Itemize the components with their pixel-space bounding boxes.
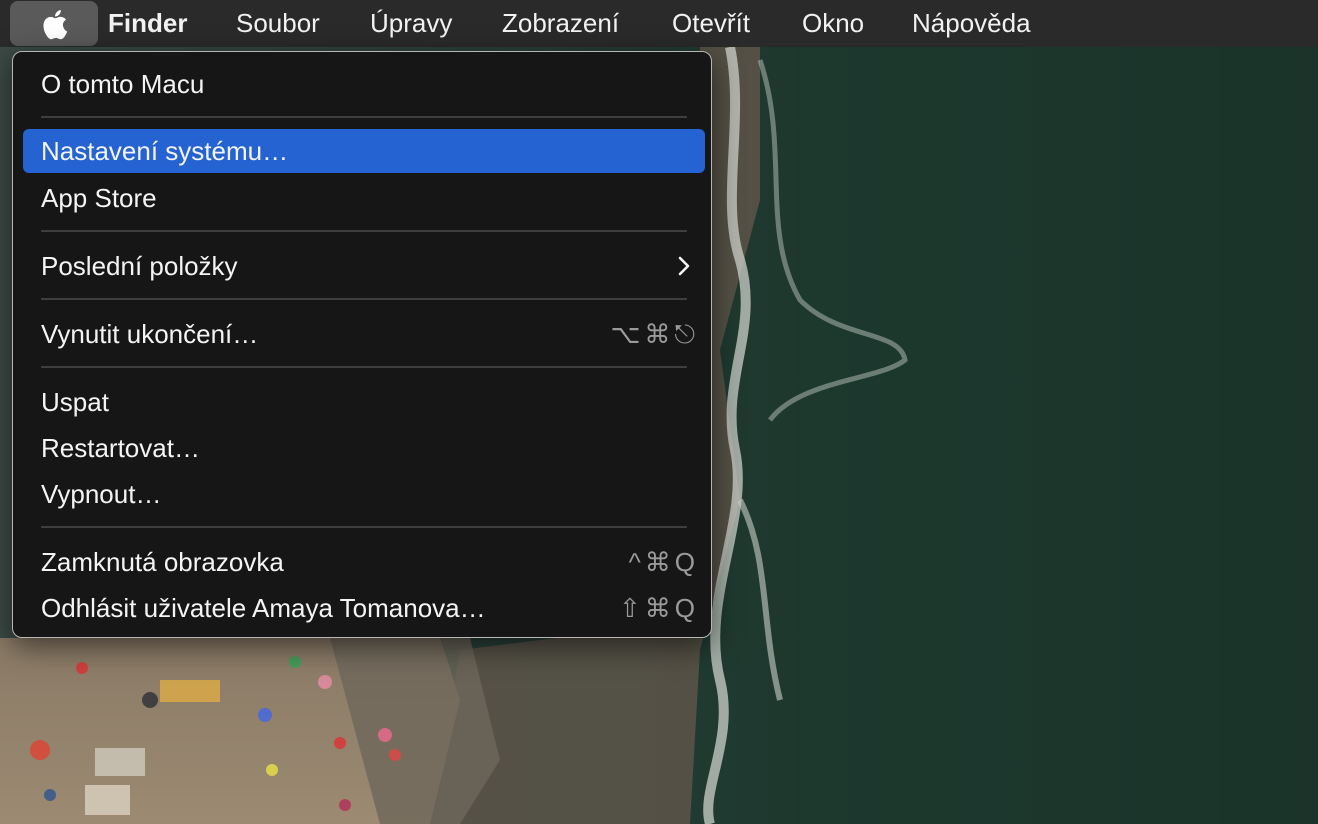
menu-item-label: Nastavení systému… [41, 136, 289, 166]
menu-item-label: Restartovat… [41, 433, 200, 463]
menu-item-label: Vypnout… [41, 479, 162, 509]
menu-finder[interactable]: Finder [108, 0, 187, 47]
menu-item-restart[interactable]: Restartovat… [23, 426, 705, 470]
menu-item-label: Odhlásit uživatele Amaya Tomanova… [41, 593, 486, 623]
menu-upravy[interactable]: Úpravy [370, 0, 452, 47]
menu-separator [41, 298, 687, 300]
menu-soubor[interactable]: Soubor [236, 0, 320, 47]
menu-separator [41, 366, 687, 368]
apple-menu-button[interactable] [10, 1, 98, 46]
menu-item-label: Poslední položky [41, 251, 238, 281]
keyboard-shortcut: ^ ⌘ Q [629, 540, 695, 584]
apple-menu-dropdown: O tomto Macu Nastavení systému… App Stor… [12, 51, 712, 638]
menu-item-app-store[interactable]: App Store [23, 176, 705, 220]
menu-separator [41, 116, 687, 118]
menu-item-label: Vynutit ukončení… [41, 319, 259, 349]
apple-logo-icon [43, 9, 68, 39]
menu-okno[interactable]: Okno [802, 0, 864, 47]
menu-bar: Finder Soubor Úpravy Zobrazení Otevřít O… [0, 0, 1318, 47]
q-key-icon: Q [674, 593, 695, 623]
menu-zobrazeni[interactable]: Zobrazení [502, 0, 619, 47]
keyboard-shortcut: ⇧ ⌘ Q [619, 586, 695, 630]
menu-separator [41, 230, 687, 232]
control-key-icon: ^ [628, 547, 641, 577]
menu-separator [41, 526, 687, 528]
menu-item-sleep[interactable]: Uspat [23, 380, 705, 424]
q-key-icon: Q [674, 547, 695, 577]
menu-item-log-out[interactable]: Odhlásit uživatele Amaya Tomanova… ⇧ ⌘ Q [23, 586, 705, 630]
command-key-icon: ⌘ [644, 319, 671, 349]
menu-item-shut-down[interactable]: Vypnout… [23, 472, 705, 516]
menu-item-system-settings[interactable]: Nastavení systému… [23, 129, 705, 173]
menu-item-label: O tomto Macu [41, 69, 205, 99]
menu-item-label: Uspat [41, 387, 109, 417]
keyboard-shortcut: ⌥ ⌘ ⎋ [610, 312, 695, 356]
command-key-icon: ⌘ [644, 547, 671, 577]
command-key-icon: ⌘ [644, 593, 671, 623]
menu-item-force-quit[interactable]: Vynutit ukončení… ⌥ ⌘ ⎋ [23, 312, 705, 356]
desktop: Finder Soubor Úpravy Zobrazení Otevřít O… [0, 0, 1318, 824]
chevron-right-icon [678, 256, 690, 276]
menu-item-label: Zamknutá obrazovka [41, 547, 284, 577]
menu-otevrit[interactable]: Otevřít [672, 0, 750, 47]
menu-napoveda[interactable]: Nápověda [912, 0, 1031, 47]
option-key-icon: ⌥ [610, 319, 641, 349]
menu-item-lock-screen[interactable]: Zamknutá obrazovka ^ ⌘ Q [23, 540, 705, 584]
shift-key-icon: ⇧ [618, 593, 641, 623]
menu-item-label: App Store [41, 183, 157, 213]
menu-item-about-this-mac[interactable]: O tomto Macu [23, 62, 705, 106]
escape-key-icon: ⎋ [674, 319, 695, 349]
menu-item-recent-items[interactable]: Poslední položky [23, 244, 705, 288]
